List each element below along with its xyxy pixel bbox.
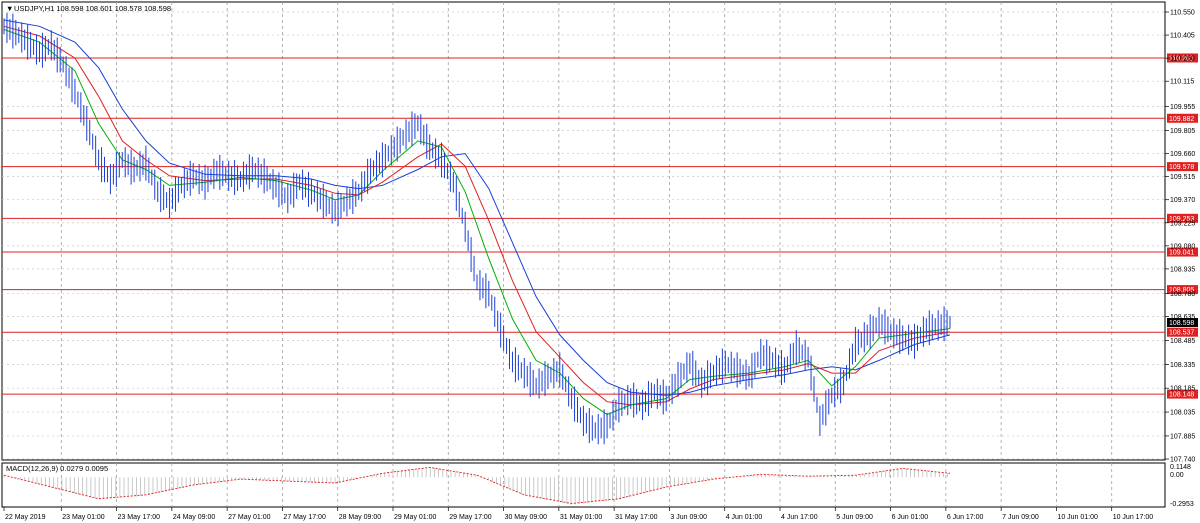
macd-tick-zero: 0.00 xyxy=(1170,472,1184,479)
x-tick-label: 6 Jun 01:00 xyxy=(892,514,929,521)
y-tick-label: 109.955 xyxy=(1170,104,1195,111)
y-tick-label: 107.740 xyxy=(1170,457,1195,464)
level-label: 108.537 xyxy=(1169,330,1194,337)
y-tick-label: 108.635 xyxy=(1170,314,1195,321)
price-chart[interactable]: 110.261109.882109.578109.253109.041108.8… xyxy=(0,0,1200,523)
x-tick-label: 27 May 17:00 xyxy=(283,514,326,521)
x-tick-label: 31 May 17:00 xyxy=(615,514,658,521)
x-tick-label: 24 May 09:00 xyxy=(173,514,216,521)
level-label: 109.882 xyxy=(1169,116,1194,123)
y-tick-label: 110.115 xyxy=(1170,79,1194,86)
y-tick-label: 108.185 xyxy=(1170,386,1195,393)
x-tick-label: 23 May 01:00 xyxy=(62,514,105,521)
x-tick-label: 4 Jun 17:00 xyxy=(781,514,818,521)
x-tick-label: 29 May 17:00 xyxy=(449,514,492,521)
y-tick-label: 110.405 xyxy=(1170,33,1195,40)
x-tick-label: 23 May 17:00 xyxy=(118,514,161,521)
x-tick-label: 27 May 01:00 xyxy=(228,514,271,521)
x-tick-label: 22 May 2019 xyxy=(5,514,46,521)
x-tick-label: 7 Jun 09:00 xyxy=(1002,514,1039,521)
y-tick-label: 108.780 xyxy=(1170,291,1195,298)
y-tick-label: 107.885 xyxy=(1170,433,1195,440)
x-tick-label: 30 May 09:00 xyxy=(505,514,548,521)
y-tick-label: 110.550 xyxy=(1170,10,1195,17)
y-tick-label: 108.485 xyxy=(1170,338,1195,345)
y-tick-label: 109.080 xyxy=(1170,243,1195,250)
symbol-menu-icon[interactable]: ▼ xyxy=(6,4,13,13)
y-tick-label: 109.515 xyxy=(1170,174,1195,181)
x-tick-label: 28 May 09:00 xyxy=(339,514,382,521)
symbol-info: USDJPY,H1 108.598 108.601 108.578 108.59… xyxy=(14,4,171,13)
macd-label: MACD(12,26,9) 0.0279 0.0095 xyxy=(6,464,108,473)
y-tick-label: 110.260 xyxy=(1170,56,1195,63)
x-tick-label: 29 May 01:00 xyxy=(394,514,437,521)
level-label: 109.578 xyxy=(1169,164,1194,171)
symbol-header: ▼ USDJPY,H1 108.598 108.601 108.578 108.… xyxy=(6,4,171,13)
macd-tick-bottom: -0.2953 xyxy=(1170,501,1194,508)
x-tick-label: 3 Jun 09:00 xyxy=(670,514,707,521)
x-tick-label: 10 Jun 01:00 xyxy=(1057,514,1098,521)
y-tick-label: 108.035 xyxy=(1170,410,1195,417)
x-tick-label: 10 Jun 17:00 xyxy=(1113,514,1154,521)
y-tick-label: 109.225 xyxy=(1170,220,1195,227)
y-tick-label: 108.935 xyxy=(1170,266,1195,273)
main-plot-area[interactable] xyxy=(1,1,1166,461)
y-tick-label: 108.335 xyxy=(1170,362,1195,369)
x-tick-label: 5 Jun 09:00 xyxy=(836,514,873,521)
time-axis: 22 May 2019 23 May 01:00 23 May 17:00 24 Ma… xyxy=(3,507,1154,521)
level-label: 109.041 xyxy=(1169,250,1194,257)
macd-tick-top: 0.1148 xyxy=(1170,464,1191,471)
y-tick-label: 109.805 xyxy=(1170,128,1195,135)
x-tick-label: 31 May 01:00 xyxy=(560,514,603,521)
x-tick-label: 6 Jun 17:00 xyxy=(947,514,984,521)
x-tick-label: 4 Jun 01:00 xyxy=(726,514,763,521)
y-tick-label: 109.660 xyxy=(1170,151,1195,158)
y-tick-label: 109.370 xyxy=(1170,197,1195,204)
